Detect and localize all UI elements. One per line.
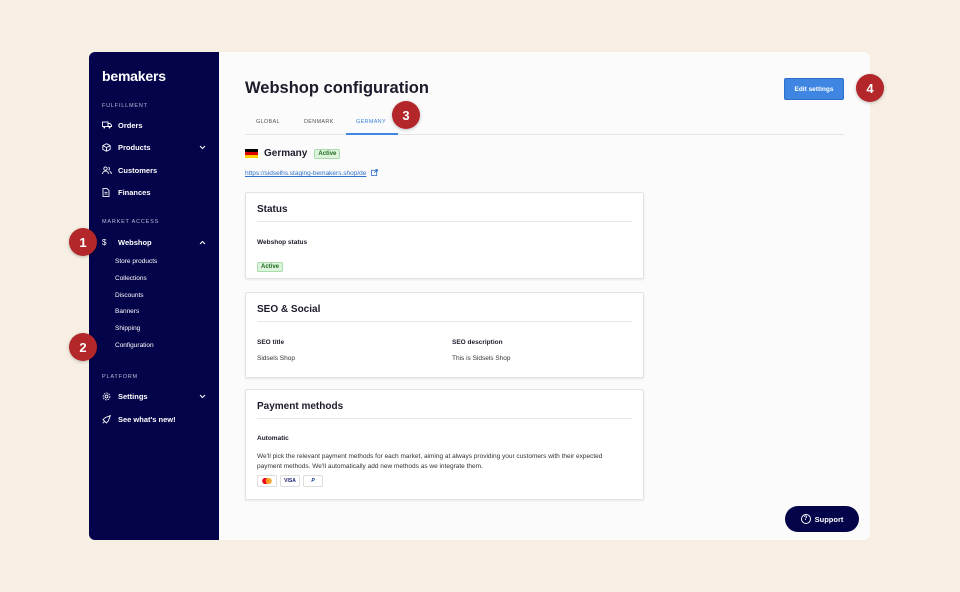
webshop-status-badge-wrap: Active (257, 255, 284, 273)
sidebar-item-label: See what's new! (118, 414, 176, 424)
tab-global[interactable]: GLOBAL (256, 119, 280, 125)
annotation-marker-4: 4 (856, 74, 884, 102)
sidebar-item-customers[interactable]: Customers (102, 163, 206, 177)
sidebar-item-products[interactable]: Products (102, 140, 206, 154)
sidebar-item-orders[interactable]: Orders (102, 118, 206, 132)
card-title: Payment methods (257, 401, 344, 412)
mastercard-icon (257, 475, 277, 487)
annotation-marker-2: 2 (69, 333, 97, 361)
payment-methods-card: Payment methods Automatic We'll pick the… (245, 389, 644, 500)
sidebar: bemakers FULFILLMENT Orders Products Cus… (89, 52, 219, 540)
payment-method-icons: VISA P (257, 475, 323, 487)
document-icon (102, 187, 113, 197)
page-title: Webshop configuration (245, 79, 429, 97)
divider (257, 221, 632, 222)
paypal-icon: P (303, 475, 323, 487)
sidebar-subitem-collections[interactable]: Collections (115, 275, 147, 282)
annotation-marker-1: 1 (69, 228, 97, 256)
sidebar-item-label: Products (118, 142, 151, 152)
seo-card: SEO & Social SEO title Sidsels Shop SEO … (245, 292, 644, 378)
seo-title-label: SEO title (257, 339, 285, 346)
section-label-platform: PLATFORM (102, 374, 138, 380)
country-name: Germany (264, 148, 308, 159)
tab-germany[interactable]: GERMANY (356, 119, 386, 125)
chevron-up-icon[interactable] (199, 238, 206, 247)
external-link-icon[interactable] (371, 169, 379, 178)
box-icon (102, 142, 113, 152)
gear-icon (102, 392, 113, 401)
support-label: Support (814, 514, 844, 524)
question-icon: ? (800, 514, 811, 524)
dollar-icon: $ (102, 237, 107, 247)
divider (257, 321, 632, 322)
sidebar-item-label: Customers (118, 165, 158, 175)
sidebar-item-label: Settings (118, 391, 148, 401)
section-label-market-access: MARKET ACCESS (102, 219, 160, 225)
card-title: Status (257, 204, 288, 215)
seo-description-label: SEO description (452, 339, 503, 346)
seo-title-value: Sidsels Shop (257, 355, 295, 362)
annotation-marker-3: 3 (392, 101, 420, 129)
sidebar-item-label: Finances (118, 187, 151, 197)
market-tabs: GLOBAL DENMARK GERMANY (245, 114, 844, 135)
sidebar-subitem-shipping[interactable]: Shipping (115, 325, 140, 332)
shop-url-link[interactable]: https://sidselhs.staging-bemakers.shop/d… (245, 169, 379, 178)
active-tab-indicator (346, 133, 398, 135)
shop-url-text[interactable]: https://sidselhs.staging-bemakers.shop/d… (245, 170, 366, 177)
payment-mode-label: Automatic (257, 435, 289, 442)
webshop-status-label: Webshop status (257, 239, 308, 246)
sidebar-item-settings[interactable]: Settings (102, 389, 206, 403)
main-content: Webshop configuration Edit settings GLOB… (219, 52, 870, 540)
app-window: bemakers FULFILLMENT Orders Products Cus… (89, 52, 870, 540)
tab-denmark[interactable]: DENMARK (304, 119, 334, 125)
seo-description-value: This is Sidsels Shop (452, 355, 511, 362)
sidebar-item-label: Webshop (118, 237, 152, 247)
divider (257, 418, 632, 419)
sidebar-item-finances[interactable]: Finances (102, 185, 206, 199)
edit-settings-button[interactable]: Edit settings (784, 78, 844, 100)
sidebar-item-webshop[interactable]: $ Webshop (102, 235, 206, 249)
chevron-down-icon[interactable] (199, 143, 206, 152)
support-button[interactable]: ? Support (785, 506, 859, 532)
status-badge: Active (257, 262, 284, 272)
card-title: SEO & Social (257, 304, 321, 315)
sidebar-item-whats-new[interactable]: See what's new! (102, 412, 206, 426)
chevron-down-icon[interactable] (199, 392, 206, 401)
section-label-fulfillment: FULFILLMENT (102, 103, 148, 109)
status-badge: Active (314, 148, 341, 159)
brand-logo[interactable]: bemakers (102, 68, 166, 84)
users-icon (102, 165, 113, 175)
payment-description: We'll pick the relevant payment methods … (257, 453, 603, 470)
sidebar-subitem-configuration[interactable]: Configuration (115, 342, 154, 349)
truck-icon (102, 121, 113, 129)
sidebar-item-label: Orders (118, 120, 143, 130)
visa-icon: VISA (280, 475, 300, 487)
status-card: Status Webshop status Active (245, 192, 644, 279)
sidebar-subitem-store-products[interactable]: Store products (115, 258, 157, 265)
rocket-icon (102, 414, 113, 424)
sidebar-subitem-discounts[interactable]: Discounts (115, 292, 144, 299)
sidebar-subitem-banners[interactable]: Banners (115, 308, 139, 315)
country-header: Germany Active (245, 148, 341, 159)
germany-flag-icon (245, 149, 258, 158)
